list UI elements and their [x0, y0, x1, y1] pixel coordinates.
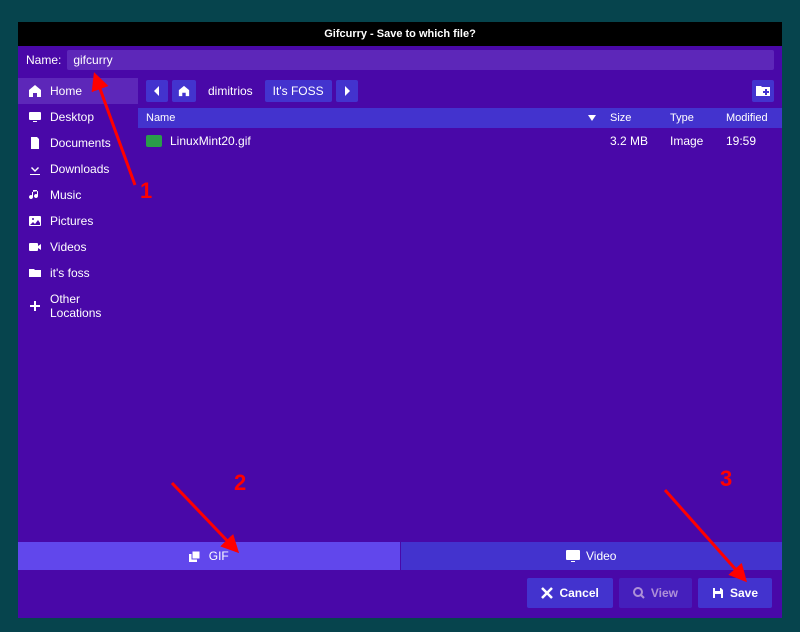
file-name: LinuxMint20.gif: [170, 134, 251, 148]
sidebar-item-videos[interactable]: Videos: [18, 234, 138, 260]
sort-down-icon: [588, 115, 596, 121]
breadcrumb-segment[interactable]: It's FOSS: [265, 80, 332, 102]
plus-icon: [28, 299, 42, 313]
magnify-icon: [633, 587, 645, 599]
view-button[interactable]: View: [619, 578, 692, 608]
sidebar-item-label: Other Locations: [50, 292, 128, 320]
stack-icon: [189, 549, 203, 563]
sidebar-item-music[interactable]: Music: [18, 182, 138, 208]
sidebar-item-documents[interactable]: Documents: [18, 130, 138, 156]
column-size[interactable]: Size: [604, 108, 664, 128]
sidebar-item-desktop[interactable]: Desktop: [18, 104, 138, 130]
column-name[interactable]: Name: [138, 108, 604, 128]
save-icon: [712, 587, 724, 599]
save-button[interactable]: Save: [698, 578, 772, 608]
file-size: 3.2 MB: [604, 132, 664, 150]
file-modified: 19:59: [720, 132, 782, 150]
sidebar-item-home[interactable]: Home: [18, 78, 138, 104]
sidebar-item-label: it's foss: [50, 266, 90, 280]
action-row: Cancel View Save: [18, 570, 782, 618]
sidebar-item-label: Videos: [50, 240, 86, 254]
nav-back-button[interactable]: [146, 80, 168, 102]
name-label: Name:: [26, 53, 61, 67]
save-dialog: Gifcurry - Save to which file? Name: Hom…: [18, 22, 782, 618]
videos-icon: [28, 240, 42, 254]
titlebar: Gifcurry - Save to which file?: [18, 22, 782, 46]
column-type[interactable]: Type: [664, 108, 720, 128]
folder-icon: [28, 266, 42, 280]
nav-home-button[interactable]: [172, 80, 196, 102]
sidebar-item-label: Pictures: [50, 214, 93, 228]
nav-forward-button[interactable]: [336, 80, 358, 102]
sidebar-item-label: Documents: [50, 136, 111, 150]
sidebar-item-other-locations[interactable]: Other Locations: [18, 286, 138, 326]
file-row[interactable]: LinuxMint20.gif 3.2 MB Image 19:59: [138, 128, 782, 154]
close-icon: [541, 587, 553, 599]
documents-icon: [28, 136, 42, 150]
tab-gif[interactable]: GIF: [18, 542, 400, 570]
sidebar-item-pictures[interactable]: Pictures: [18, 208, 138, 234]
desktop-icon: [28, 110, 42, 124]
format-tabs: GIF Video: [18, 542, 782, 570]
places-sidebar: Home Desktop Documents Downloads Music P…: [18, 74, 138, 542]
filename-input[interactable]: [67, 50, 774, 70]
home-icon: [28, 84, 42, 98]
tab-video[interactable]: Video: [401, 542, 783, 570]
file-list: LinuxMint20.gif 3.2 MB Image 19:59: [138, 128, 782, 542]
cancel-button[interactable]: Cancel: [527, 578, 612, 608]
sidebar-item-folder[interactable]: it's foss: [18, 260, 138, 286]
sidebar-item-label: Home: [50, 84, 82, 98]
column-modified[interactable]: Modified: [720, 108, 782, 128]
main-pane: dimitrios It's FOSS Name Size Type Modif…: [138, 74, 782, 542]
breadcrumb-segment[interactable]: dimitrios: [200, 80, 261, 102]
monitor-icon: [566, 550, 580, 562]
sidebar-item-label: Music: [50, 188, 81, 202]
table-header: Name Size Type Modified: [138, 108, 782, 128]
new-folder-button[interactable]: [752, 80, 774, 102]
sidebar-item-label: Downloads: [50, 162, 109, 176]
name-row: Name:: [18, 46, 782, 74]
downloads-icon: [28, 162, 42, 176]
pictures-icon: [28, 214, 42, 228]
breadcrumb: dimitrios It's FOSS: [138, 74, 782, 108]
file-type: Image: [664, 132, 720, 150]
sidebar-item-downloads[interactable]: Downloads: [18, 156, 138, 182]
file-thumbnail-icon: [146, 135, 162, 147]
sidebar-item-label: Desktop: [50, 110, 94, 124]
music-icon: [28, 188, 42, 202]
